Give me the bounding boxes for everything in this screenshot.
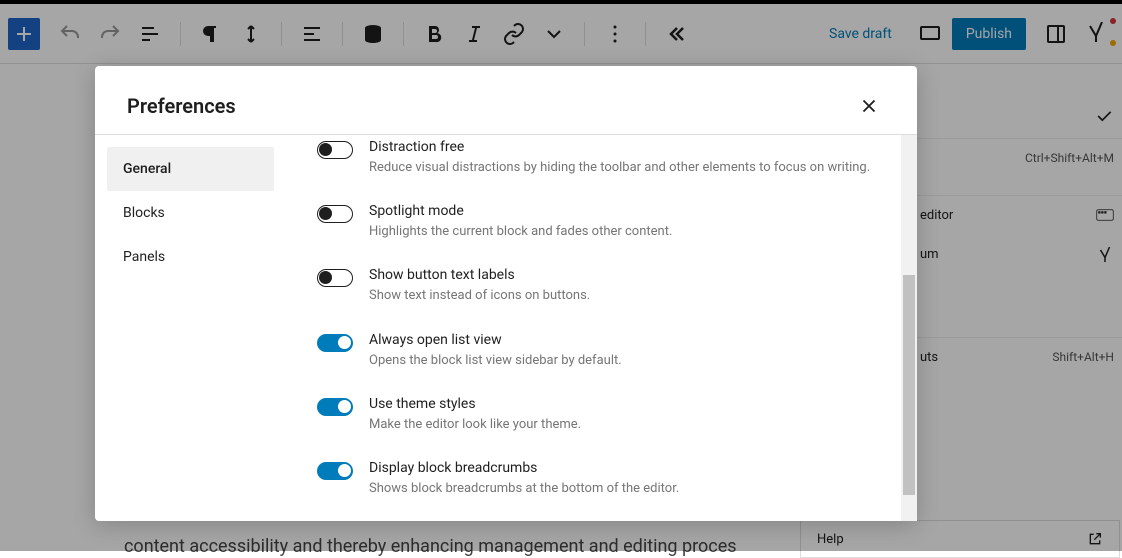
close-button[interactable] — [853, 90, 885, 122]
tab-panels[interactable]: Panels — [107, 235, 274, 279]
toggle-distraction-free[interactable] — [317, 141, 353, 159]
modal-title: Preferences — [127, 94, 236, 118]
toggle-spotlight-mode[interactable] — [317, 205, 353, 223]
toggle-block-breadcrumbs[interactable] — [317, 462, 353, 480]
pref-distraction-free: Distraction free Reduce visual distracti… — [317, 139, 877, 177]
tab-general[interactable]: General — [107, 147, 274, 191]
pref-spotlight-mode: Spotlight mode Highlights the current bl… — [317, 203, 877, 241]
preferences-content: Distraction free Reduce visual distracti… — [287, 135, 917, 521]
preferences-modal: Preferences General Blocks Panels Distra… — [95, 66, 917, 521]
preferences-tabs: General Blocks Panels — [95, 135, 287, 521]
pref-use-theme-styles: Use theme styles Make the editor look li… — [317, 396, 877, 434]
pref-button-text-labels: Show button text labels Show text instea… — [317, 267, 877, 305]
tab-blocks[interactable]: Blocks — [107, 191, 274, 235]
scrollbar[interactable] — [901, 135, 917, 521]
pref-always-open-list-view: Always open list view Opens the block li… — [317, 332, 877, 370]
toggle-button-text-labels[interactable] — [317, 269, 353, 287]
toggle-use-theme-styles[interactable] — [317, 398, 353, 416]
pref-block-breadcrumbs: Display block breadcrumbs Shows block br… — [317, 460, 877, 498]
toggle-always-open-list-view[interactable] — [317, 334, 353, 352]
